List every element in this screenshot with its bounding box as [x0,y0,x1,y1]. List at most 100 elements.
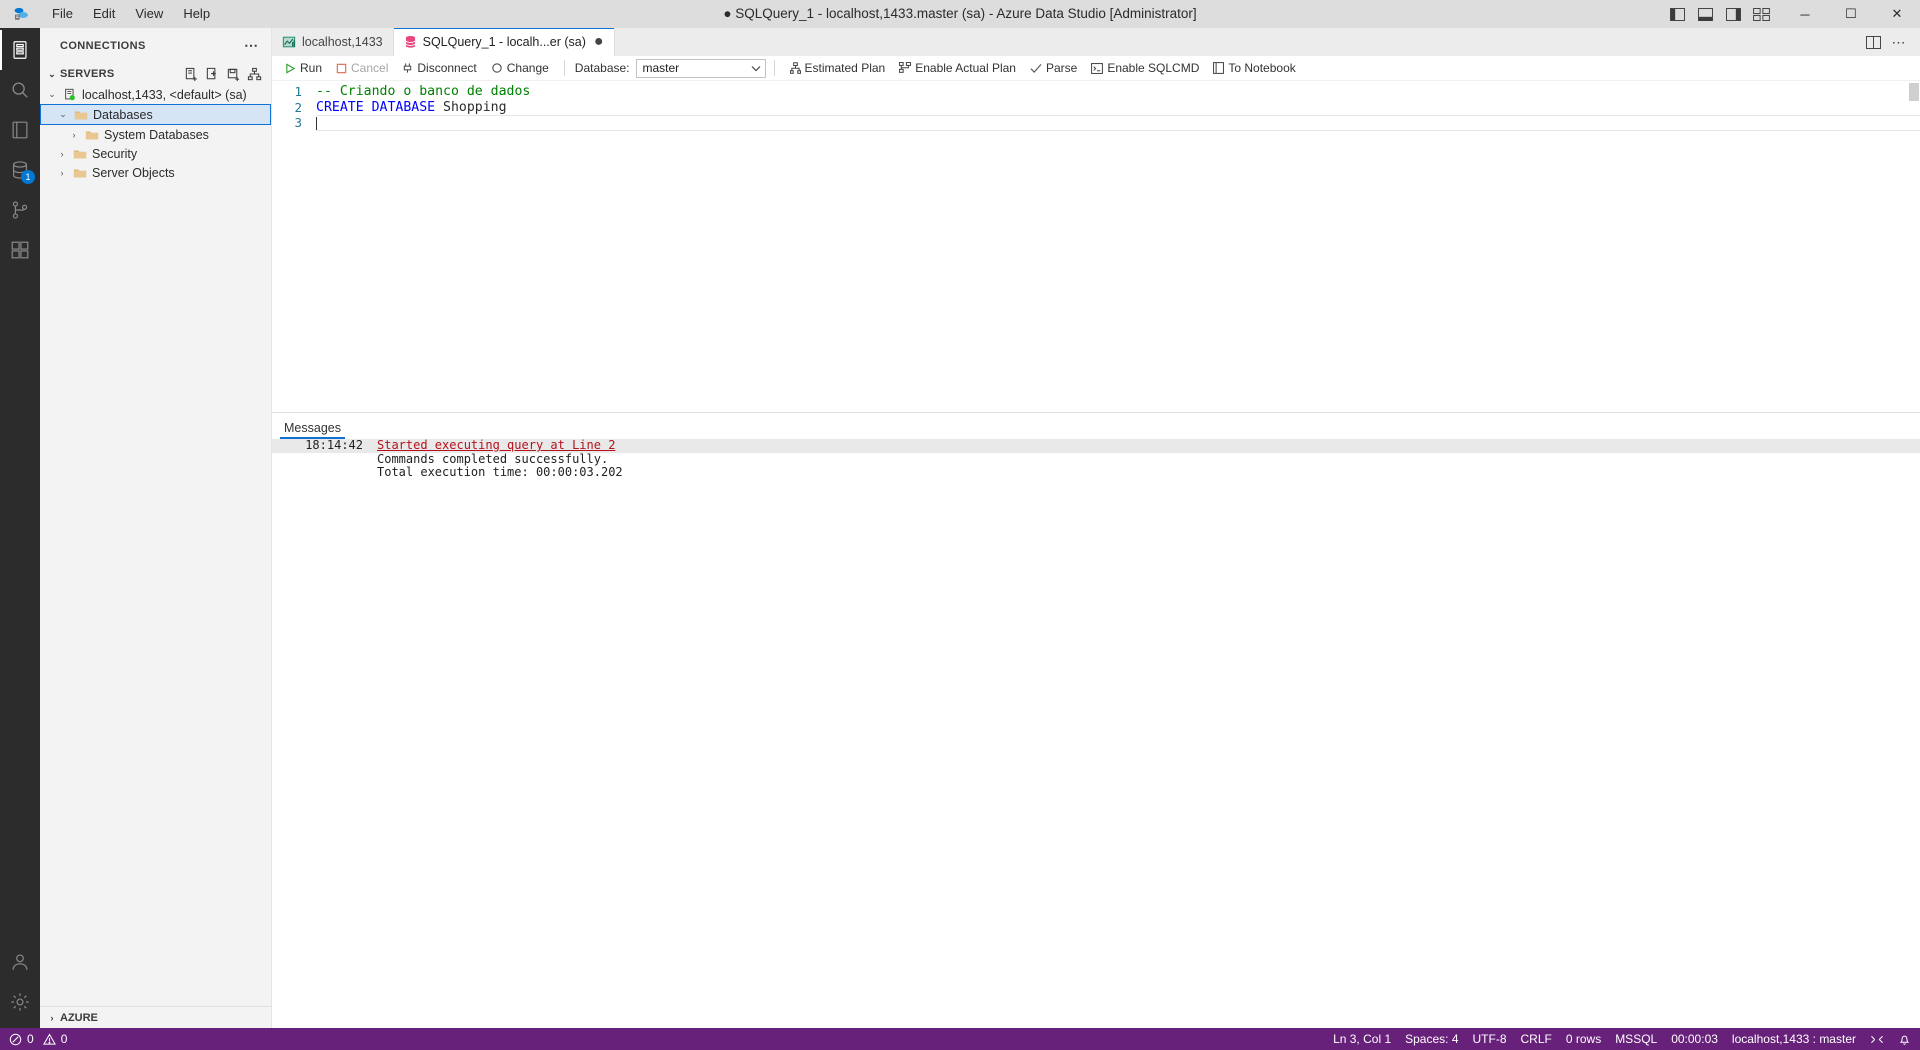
activity-item-data-explorer[interactable]: 1 [0,150,40,190]
chevron-right-icon[interactable]: › [44,1013,60,1023]
tree-node-security[interactable]: › Security [40,144,271,163]
menu-bar[interactable]: File Edit View Help [42,0,220,28]
servers-section-label: SERVERS [60,68,115,80]
editor-actions-more-icon[interactable]: ⋯ [1888,28,1910,56]
run-button[interactable]: Run [278,56,329,81]
activity-item-search[interactable] [0,70,40,110]
new-connection-icon[interactable] [182,65,200,83]
menu-help[interactable]: Help [173,0,220,28]
disconnect-button[interactable]: Disconnect [395,56,483,81]
notebook-export-icon [1213,62,1225,74]
to-notebook-button[interactable]: To Notebook [1206,56,1302,81]
tree-node-system-databases[interactable]: › System Databases [40,125,271,144]
status-execution-time[interactable]: 00:00:03 [1664,1028,1725,1050]
new-server-group-icon[interactable] [203,65,221,83]
error-count: 0 [27,1032,34,1046]
change-connection-button[interactable]: Change [484,56,556,81]
activity-item-accounts[interactable] [0,942,40,982]
application-window: File Edit View Help ● SQLQuery_1 - local… [0,0,1920,1050]
activity-item-connections[interactable] [0,30,40,70]
servers-section-header[interactable]: ⌄ SERVERS [40,63,271,85]
cancel-button[interactable]: Cancel [329,56,395,81]
azure-section-header[interactable]: › AZURE [40,1006,271,1028]
tree-node-label: Databases [93,107,153,122]
tree-node-server-objects[interactable]: › Server Objects [40,163,271,182]
activity-item-manage-gear-icon[interactable] [0,982,40,1022]
menu-edit[interactable]: Edit [83,0,125,28]
check-icon [1030,63,1042,74]
app-logo-icon [0,5,42,23]
tree-node-label: System Databases [104,127,209,142]
chevron-down-icon[interactable] [751,65,761,72]
parse-button[interactable]: Parse [1023,56,1084,81]
status-bar: 0 0 Ln 3, Col 1 Spaces: 4 UTF-8 CRLF 0 r… [0,1028,1920,1050]
sql-editor[interactable]: 1 -- Criando o banco de dados 2 CREATE D… [272,81,1920,412]
message-link[interactable]: Started executing query at Line 2 [377,439,615,453]
code-text [316,115,1920,131]
toggle-panel-icon[interactable] [1692,0,1718,28]
minimize-button[interactable]: ─ [1782,0,1828,28]
database-value: master [642,61,680,75]
status-cursor-position[interactable]: Ln 3, Col 1 [1326,1028,1398,1050]
sidebar-more-icon[interactable]: ⋯ [244,37,263,54]
title-bar: File Edit View Help ● SQLQuery_1 - local… [0,0,1920,28]
status-line-endings[interactable]: CRLF [1514,1028,1559,1050]
activity-bar-bottom [0,942,40,1028]
menu-file[interactable]: File [42,0,83,28]
messages-output[interactable]: 18:14:42 Started executing query at Line… [272,439,1920,1050]
tab-sqlquery-1[interactable]: SQLQuery_1 - localh...er (sa) ● [393,28,615,56]
chevron-right-icon[interactable]: › [54,168,70,178]
maximize-button[interactable]: ☐ [1828,0,1874,28]
toggle-primary-sidebar-icon[interactable] [1664,0,1690,28]
estimated-plan-button[interactable]: Estimated Plan [783,56,893,81]
estimated-plan-icon [789,62,801,74]
layout-controls[interactable] [1664,0,1782,28]
toggle-secondary-sidebar-icon[interactable] [1720,0,1746,28]
message-text: Total execution time: 00:00:03.202 [377,465,623,480]
status-connection-info[interactable]: localhost,1433 : master [1725,1028,1863,1050]
chevron-right-icon[interactable]: › [54,149,70,159]
error-icon [9,1033,22,1046]
status-indentation[interactable]: Spaces: 4 [1398,1028,1465,1050]
title-bar-right: ─ ☐ ✕ [1664,0,1920,28]
tree-node-server[interactable]: ⌄ localhost,1433, <default> (sa) [40,85,271,104]
estimated-plan-label: Estimated Plan [804,61,886,75]
code-content[interactable]: 1 -- Criando o banco de dados 2 CREATE D… [272,81,1920,412]
activity-item-notebooks[interactable] [0,110,40,150]
chevron-down-icon[interactable]: ⌄ [44,69,60,80]
text-caret [316,116,317,130]
disconnect-icon [402,62,413,74]
status-row-count[interactable]: 0 rows [1559,1028,1608,1050]
editor-scrollbar[interactable] [1906,81,1920,412]
menu-view[interactable]: View [125,0,173,28]
to-notebook-label: To Notebook [1228,61,1296,75]
status-language-mode[interactable]: MSSQL [1608,1028,1664,1050]
scrollbar-thumb[interactable] [1909,83,1919,101]
warning-icon [42,1032,56,1046]
close-button[interactable]: ✕ [1874,0,1920,28]
enable-sqlcmd-button[interactable]: Enable SQLCMD [1084,56,1206,81]
activity-item-source-control[interactable] [0,190,40,230]
status-remote-indicator[interactable] [1863,1028,1891,1050]
status-encoding[interactable]: UTF-8 [1466,1028,1514,1050]
folder-icon [71,109,91,121]
server-tree[interactable]: ⌄ localhost,1433, <default> (sa) ⌄ Datab… [40,85,271,1006]
enable-actual-plan-button[interactable]: Enable Actual Plan [892,56,1023,81]
database-select[interactable]: master [635,58,766,78]
save-connections-icon[interactable] [224,65,242,83]
tab-localhost-dashboard[interactable]: localhost,1433 [272,28,394,56]
chevron-right-icon[interactable]: › [66,130,82,140]
customize-layout-icon[interactable] [1748,0,1774,28]
tree-node-databases[interactable]: ⌄ Databases [40,104,271,125]
panel-tab-messages[interactable]: Messages [276,413,349,439]
activity-item-extensions[interactable] [0,230,40,270]
view-as-tree-icon[interactable] [245,65,263,83]
split-editor-icon[interactable] [1862,28,1884,56]
query-file-icon [404,35,417,49]
chevron-down-icon[interactable]: ⌄ [44,89,60,100]
status-notifications-bell-icon[interactable] [1891,1028,1918,1050]
servers-section-actions[interactable] [182,65,271,83]
status-problems[interactable]: 0 0 [2,1028,74,1050]
line-number: 2 [294,99,302,115]
chevron-down-icon[interactable]: ⌄ [55,109,71,120]
